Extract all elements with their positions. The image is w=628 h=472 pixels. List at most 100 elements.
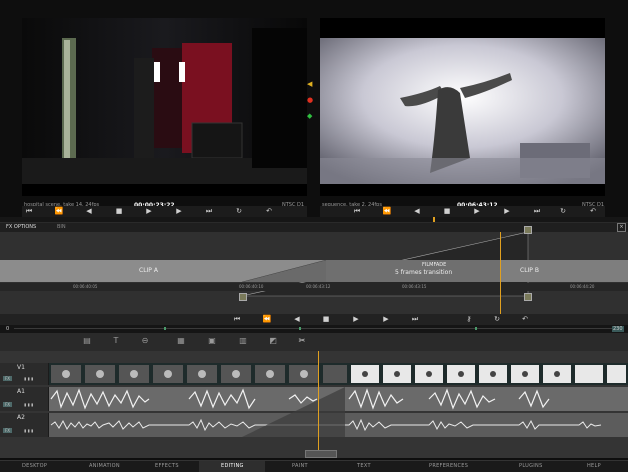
- track-toggle-icons[interactable]: ▮ ▮ ▮: [24, 376, 33, 381]
- no-entry-icon[interactable]: ⊖: [140, 336, 150, 346]
- track-header-a1[interactable]: A1 FX ▮ ▮ ▮: [0, 387, 49, 411]
- keyframe-handle[interactable]: [524, 226, 532, 234]
- scrub-start: 0: [6, 326, 10, 332]
- frame-back-icon[interactable]: ◀: [292, 315, 302, 324]
- nav-tab-preferences[interactable]: PREFERENCES: [429, 463, 468, 469]
- frame-back-icon[interactable]: ◀: [412, 207, 422, 216]
- nav-tab-text[interactable]: TEXT: [357, 463, 371, 469]
- step-back-icon[interactable]: ⏪: [262, 315, 272, 324]
- edit-tools: ▤ T ⊖ ▦ ▣ ▥ ◩ ✂: [0, 333, 628, 351]
- keyframe-handle[interactable]: [239, 293, 247, 301]
- document-icon[interactable]: ▤: [82, 336, 92, 346]
- frame-forward-icon[interactable]: ▶: [502, 207, 512, 216]
- go-to-end-icon[interactable]: ⏭: [532, 207, 542, 216]
- track-header-v1[interactable]: V1 FX ▮ ▮ ▮: [0, 363, 49, 385]
- go-to-start-icon[interactable]: ⏮: [24, 207, 34, 216]
- clip-row: CLIP A FILMFADE 5 frames transition CLIP…: [0, 260, 628, 282]
- track-fx-badge[interactable]: FX: [3, 428, 13, 433]
- loop-icon[interactable]: ↻: [234, 207, 244, 216]
- main-nav: DESKTOP ANIMATION EFFECTS EDITING PAINT …: [0, 460, 628, 472]
- video-track-v1[interactable]: [49, 363, 628, 385]
- record-icon[interactable]: ●: [307, 96, 317, 104]
- fx-timeline-ruler[interactable]: 00:06:40:05 00:06:40:10 00:06:43:12 00:0…: [0, 283, 628, 291]
- audio-track-a1[interactable]: [49, 387, 628, 411]
- scrub-marker: [299, 327, 301, 330]
- track-toggle-icons[interactable]: ▮ ▮ ▮: [24, 402, 33, 407]
- link-icon[interactable]: ◆: [307, 112, 317, 120]
- text-tool-icon[interactable]: T: [111, 336, 121, 346]
- frame-forward-icon[interactable]: ▶: [381, 315, 391, 324]
- go-to-end-icon[interactable]: ⏭: [204, 207, 214, 216]
- track-name: A1: [17, 388, 25, 395]
- record-viewer-frame: [320, 38, 605, 184]
- scrub-track[interactable]: [14, 328, 612, 329]
- close-icon[interactable]: ×: [617, 223, 626, 232]
- play-icon[interactable]: ▶: [144, 207, 154, 216]
- timeline-playhead[interactable]: [318, 351, 319, 458]
- frame-forward-icon[interactable]: ▶: [174, 207, 184, 216]
- clip-b-label: CLIP B: [520, 267, 539, 274]
- undo-icon[interactable]: ↶: [520, 315, 530, 324]
- scrub-marker: [475, 327, 477, 330]
- nav-tab-effects[interactable]: EFFECTS: [155, 463, 179, 469]
- stop-icon[interactable]: ■: [442, 207, 452, 216]
- nav-tab-help[interactable]: HELP: [587, 463, 601, 469]
- record-transport: ⏮ ⏪ ◀ ■ ▶ ▶ ⏭ ↻ ↶: [320, 206, 605, 217]
- play-icon[interactable]: ▶: [472, 207, 482, 216]
- mask-icon[interactable]: ◩: [268, 336, 278, 346]
- go-to-start-icon[interactable]: ⏮: [352, 207, 362, 216]
- film-icon[interactable]: ▦: [176, 336, 186, 346]
- timeline-zoom-handle[interactable]: [305, 450, 337, 458]
- nav-tab-editing[interactable]: EDITING: [221, 463, 244, 469]
- ruler-label: 00:06:40:05: [73, 284, 98, 289]
- audio-track-a2[interactable]: [49, 413, 628, 437]
- keyframe-handle[interactable]: [524, 293, 532, 301]
- go-to-end-icon[interactable]: ⏭: [410, 315, 420, 324]
- loop-icon[interactable]: ↻: [492, 315, 502, 324]
- scrub-marker: [164, 327, 166, 330]
- overwrite-icon[interactable]: ▥: [238, 336, 248, 346]
- source-transport: ⏮ ⏪ ◀ ■ ▶ ▶ ⏭ ↻ ↶: [22, 206, 307, 217]
- track-toggle-icons[interactable]: ▮ ▮ ▮: [24, 428, 33, 433]
- step-back-icon[interactable]: ⏪: [54, 207, 64, 216]
- undo-icon[interactable]: ↶: [588, 207, 598, 216]
- source-viewer-frame: [22, 18, 307, 184]
- timeline-tracks: V1 FX ▮ ▮ ▮ A1 FX ▮ ▮ ▮ A2 FX ▮ ▮ ▮: [0, 351, 628, 458]
- step-back-icon[interactable]: ⏪: [382, 207, 392, 216]
- fx-playhead[interactable]: [500, 232, 501, 314]
- track-fx-badge[interactable]: FX: [3, 376, 13, 381]
- audio-waveform: [50, 388, 550, 410]
- go-to-start-icon[interactable]: ⏮: [232, 315, 242, 324]
- speaker-icon[interactable]: ◀: [307, 80, 317, 88]
- nav-tab-animation[interactable]: ANIMATION: [89, 463, 120, 469]
- track-header-a2[interactable]: A2 FX ▮ ▮ ▮: [0, 413, 49, 437]
- ruler-label: 00:06:40:10: [239, 284, 264, 289]
- ruler-label: 00:06:44:20: [570, 284, 595, 289]
- track-name: A2: [17, 414, 25, 421]
- nav-tab-paint[interactable]: PAINT: [292, 463, 308, 469]
- record-viewer[interactable]: sequence, take 2, 24fps 00:06:43:12 NTSC…: [320, 18, 605, 209]
- source-viewer[interactable]: hospital scene, take 14, 24fps 00:00:23:…: [22, 18, 307, 209]
- transition-name: FILMFADE: [422, 262, 447, 268]
- nav-tab-desktop[interactable]: DESKTOP: [22, 463, 47, 469]
- undo-icon[interactable]: ↶: [264, 207, 274, 216]
- track-fx-badge[interactable]: FX: [3, 402, 13, 407]
- loop-icon[interactable]: ↻: [558, 207, 568, 216]
- viewer-link-icons: ◀ ● ◆: [307, 80, 317, 120]
- transition-length: 5 frames transition: [395, 269, 453, 276]
- clip-icon[interactable]: ▣: [207, 336, 217, 346]
- ruler-label: 00:06:43:12: [306, 284, 331, 289]
- clip-a-label: CLIP A: [139, 267, 158, 274]
- nav-tab-plugins[interactable]: PLUGINS: [519, 463, 543, 469]
- ruler-label: 00:06:43:15: [402, 284, 427, 289]
- key-icon[interactable]: ⚷: [464, 315, 474, 324]
- bin-tab[interactable]: BIN: [57, 224, 66, 230]
- frame-back-icon[interactable]: ◀: [84, 207, 94, 216]
- timeline-scrub-bar[interactable]: 0 230: [0, 325, 628, 333]
- stop-icon[interactable]: ■: [321, 315, 331, 324]
- play-icon[interactable]: ▶: [351, 315, 361, 324]
- track-name: V1: [17, 364, 25, 371]
- stop-icon[interactable]: ■: [114, 207, 124, 216]
- fx-options-tab[interactable]: FX OPTIONS: [6, 224, 36, 230]
- razor-icon[interactable]: ✂: [297, 336, 307, 346]
